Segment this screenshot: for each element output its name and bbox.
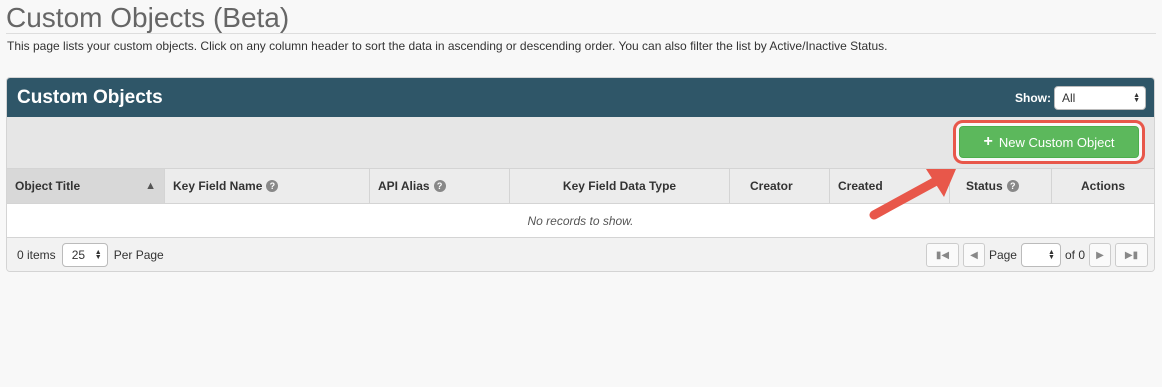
grid-pager: 0 items 25 ▲ ▼ Per Page ▮◀ ◀ Page ▲ ▼ of 0 bbox=[7, 238, 1154, 271]
column-actions: Actions bbox=[1052, 169, 1154, 203]
per-page-select[interactable]: 25 ▲ ▼ bbox=[61, 243, 108, 267]
callout-arrow-icon bbox=[869, 169, 956, 220]
pager-buttons: ▮◀ ◀ Page ▲ ▼ of 0 ▶ ▶▮ bbox=[925, 243, 1148, 267]
previous-page-icon[interactable]: ◀ bbox=[962, 243, 985, 267]
column-label: Status bbox=[966, 179, 1003, 193]
plus-icon: + bbox=[983, 133, 993, 150]
grid-header: Object Title ▲ Key Field Name ? API Alia… bbox=[7, 169, 1154, 204]
pager-right: ▮◀ ◀ Page ▲ ▼ of 0 ▶ ▶▮ bbox=[925, 243, 1148, 267]
per-page-label: Per Page bbox=[113, 248, 164, 262]
column-label: API Alias bbox=[378, 179, 430, 193]
pager-left: 0 items 25 ▲ ▼ Per Page bbox=[17, 243, 164, 267]
first-page-icon[interactable]: ▮◀ bbox=[925, 243, 959, 267]
status-filter-value: All bbox=[1062, 90, 1076, 105]
page-description: This page lists your custom objects. Cli… bbox=[7, 39, 888, 53]
column-label: Object Title bbox=[15, 179, 81, 193]
column-label: Key Field Name bbox=[173, 179, 263, 193]
column-status[interactable]: Status ? bbox=[950, 169, 1052, 203]
last-page-icon[interactable]: ▶▮ bbox=[1115, 243, 1148, 267]
page: Custom Objects (Beta) This page lists yo… bbox=[0, 0, 1162, 387]
custom-objects-panel: Custom Objects Show: All ▲ ▼ + New Custom… bbox=[6, 77, 1155, 272]
select-spinner-icon: ▲ ▼ bbox=[94, 249, 102, 261]
panel-title: Custom Objects bbox=[17, 86, 163, 108]
page-total: of 0 bbox=[1064, 248, 1085, 262]
column-label: Key Field Data Type bbox=[562, 179, 677, 193]
help-icon[interactable]: ? bbox=[266, 180, 279, 192]
items-count: 0 items bbox=[17, 248, 56, 262]
column-creator[interactable]: Creator bbox=[730, 169, 830, 203]
page-select[interactable]: ▲ ▼ bbox=[1020, 243, 1061, 267]
select-spinner-icon: ▲ ▼ bbox=[1048, 249, 1055, 261]
select-spinner-icon: ▲ ▼ bbox=[1133, 91, 1140, 104]
show-label: Show: bbox=[1015, 90, 1051, 105]
new-custom-object-button[interactable]: + New Custom Object bbox=[959, 126, 1139, 158]
show-filter: Show: All ▲ ▼ bbox=[1015, 85, 1146, 110]
help-icon[interactable]: ? bbox=[1006, 180, 1019, 192]
panel-header: Custom Objects Show: All ▲ ▼ bbox=[7, 78, 1154, 117]
next-page-icon[interactable]: ▶ bbox=[1089, 243, 1111, 267]
column-label: Creator bbox=[750, 179, 793, 193]
column-label: Actions bbox=[1080, 179, 1125, 193]
title-divider bbox=[6, 33, 1156, 34]
sort-ascending-icon: ▲ bbox=[145, 180, 156, 192]
new-custom-object-label: New Custom Object bbox=[998, 134, 1115, 150]
page-label: Page bbox=[988, 248, 1017, 262]
help-icon[interactable]: ? bbox=[433, 180, 446, 192]
status-filter-select[interactable]: All ▲ ▼ bbox=[1054, 85, 1146, 110]
per-page-value: 25 bbox=[71, 248, 86, 262]
empty-message: No records to show. bbox=[7, 204, 1154, 238]
column-object-title[interactable]: Object Title ▲ bbox=[7, 169, 165, 203]
grid-toolbar: + New Custom Object bbox=[7, 117, 1154, 169]
column-key-field-data-type[interactable]: Key Field Data Type bbox=[510, 169, 730, 203]
page-title: Custom Objects (Beta) bbox=[6, 2, 290, 33]
column-key-field-name[interactable]: Key Field Name ? bbox=[165, 169, 370, 203]
column-api-alias[interactable]: API Alias ? bbox=[370, 169, 510, 203]
